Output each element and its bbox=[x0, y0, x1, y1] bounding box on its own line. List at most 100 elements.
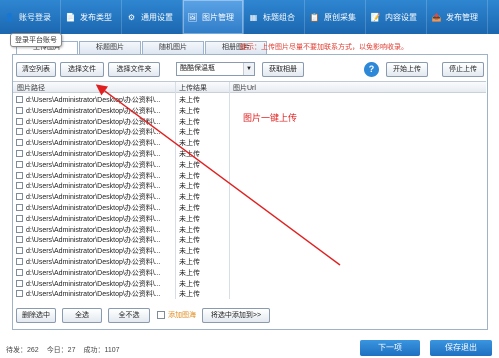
select-folder-button[interactable]: 选择文件夹 bbox=[108, 62, 160, 77]
upload-hint-text: 提示：上传图片尽量不要加联系方式，以免影响收录。 bbox=[240, 44, 408, 51]
row-checkbox[interactable] bbox=[16, 96, 23, 103]
today-count: 今日：27 bbox=[46, 347, 76, 354]
collect-icon: 📋 bbox=[309, 12, 320, 22]
row-path: d:\Users\Administrator\Desktop\办公资料\... bbox=[26, 215, 161, 223]
album-select[interactable]: 酷酷保温瓶 ▼ bbox=[176, 62, 255, 76]
row-result: 未上传 bbox=[179, 215, 200, 223]
nav-item-3[interactable]: 🖼 图片管理 bbox=[183, 0, 244, 34]
table-row[interactable]: d:\Users\Administrator\Desktop\办公资料\... 未… bbox=[13, 245, 486, 256]
nav-item-6[interactable]: 📝 内容设置 bbox=[366, 0, 427, 34]
row-path: d:\Users\Administrator\Desktop\办公资料\... bbox=[26, 97, 161, 104]
row-result: 未上传 bbox=[179, 237, 200, 245]
table-row[interactable]: d:\Users\Administrator\Desktop\办公资料\... 未… bbox=[13, 278, 486, 289]
row-checkbox[interactable] bbox=[16, 150, 23, 157]
row-checkbox[interactable] bbox=[16, 279, 23, 287]
nav-item-2[interactable]: ⚙ 通用设置 bbox=[122, 0, 183, 34]
row-result: 未上传 bbox=[179, 269, 200, 277]
row-checkbox[interactable] bbox=[16, 290, 23, 298]
pending-count: 待发：262 bbox=[6, 347, 39, 354]
help-icon[interactable]: ? bbox=[364, 62, 379, 77]
nav-item-7[interactable]: 📤 发布管理 bbox=[427, 0, 488, 34]
row-checkbox[interactable] bbox=[16, 247, 23, 255]
nav-item-4[interactable]: ▦ 标题组合 bbox=[244, 0, 305, 34]
table-row[interactable]: d:\Users\Administrator\Desktop\办公资料\... 未… bbox=[13, 159, 486, 170]
document-icon: 📄 bbox=[65, 12, 76, 22]
row-path: d:\Users\Administrator\Desktop\办公资料\... bbox=[26, 237, 161, 245]
row-path: d:\Users\Administrator\Desktop\办公资料\... bbox=[26, 226, 161, 234]
image-icon: 🖼 bbox=[187, 12, 198, 22]
table-row[interactable]: d:\Users\Administrator\Desktop\办公资料\... 未… bbox=[13, 170, 486, 181]
row-path: d:\Users\Administrator\Desktop\办公资料\... bbox=[26, 183, 161, 191]
row-result: 未上传 bbox=[179, 280, 200, 288]
row-path: d:\Users\Administrator\Desktop\办公资料\... bbox=[26, 259, 161, 266]
table-row[interactable]: d:\Users\Administrator\Desktop\办公资料\... 未… bbox=[13, 224, 486, 235]
content-icon: 📝 bbox=[370, 12, 381, 22]
row-result: 未上传 bbox=[179, 107, 200, 115]
row-checkbox[interactable] bbox=[16, 139, 23, 147]
row-result: 未上传 bbox=[179, 183, 200, 191]
table-row[interactable]: d:\Users\Administrator\Desktop\办公资料\... 未… bbox=[13, 137, 486, 148]
select-files-button[interactable]: 选择文件 bbox=[60, 62, 104, 77]
add-watermark-checkbox[interactable] bbox=[157, 311, 165, 319]
select-all-button[interactable]: 全选 bbox=[62, 308, 102, 323]
nav-item-label: 发布管理 bbox=[446, 12, 478, 22]
row-checkbox[interactable] bbox=[16, 171, 23, 179]
table-row[interactable]: d:\Users\Administrator\Desktop\办公资料\... 未… bbox=[13, 202, 486, 213]
select-none-button[interactable]: 全不选 bbox=[108, 308, 150, 323]
table-row[interactable]: d:\Users\Administrator\Desktop\办公资料\... 未… bbox=[13, 148, 486, 159]
row-checkbox[interactable] bbox=[16, 225, 23, 233]
gear-icon: ⚙ bbox=[127, 12, 136, 22]
row-result: 未上传 bbox=[179, 118, 200, 126]
row-path: d:\Users\Administrator\Desktop\办公资料\... bbox=[26, 118, 161, 126]
add-selected-to-button[interactable]: 将选中添加到>> bbox=[202, 308, 270, 323]
row-checkbox[interactable] bbox=[16, 204, 23, 211]
delete-selected-button[interactable]: 删除选中 bbox=[16, 308, 56, 323]
tab-title-image[interactable]: 标题图片 bbox=[79, 41, 141, 54]
row-checkbox[interactable] bbox=[16, 182, 23, 190]
row-checkbox[interactable] bbox=[16, 193, 23, 201]
next-button[interactable]: 下一项 bbox=[360, 340, 420, 356]
nav-item-label: 账号登录 bbox=[19, 12, 51, 22]
row-checkbox[interactable] bbox=[16, 258, 23, 265]
nav-item-label: 图片管理 bbox=[202, 12, 234, 22]
nav-item-label: 原创采集 bbox=[324, 12, 356, 22]
table-row[interactable]: d:\Users\Administrator\Desktop\办公资料\... 未… bbox=[13, 256, 486, 267]
tab-random-image[interactable]: 随机图片 bbox=[142, 41, 204, 54]
table-row[interactable]: d:\Users\Administrator\Desktop\办公资料\... 未… bbox=[13, 94, 486, 105]
publish-icon: 📤 bbox=[431, 12, 442, 22]
table-row[interactable]: d:\Users\Administrator\Desktop\办公资料\... 未… bbox=[13, 213, 486, 224]
nav-item-0[interactable]: 👤 账号登录 bbox=[0, 0, 61, 34]
row-checkbox[interactable] bbox=[16, 214, 23, 222]
table-row[interactable]: d:\Users\Administrator\Desktop\办公资料\... 未… bbox=[13, 191, 486, 202]
add-watermark-label: 添加图海 bbox=[168, 312, 196, 319]
table-row[interactable]: d:\Users\Administrator\Desktop\办公资料\... 未… bbox=[13, 288, 486, 299]
start-upload-button[interactable]: 开始上传 bbox=[386, 62, 428, 77]
row-path: d:\Users\Administrator\Desktop\办公资料\... bbox=[26, 269, 161, 277]
row-checkbox[interactable] bbox=[16, 160, 23, 168]
column-header-url: 图片Url bbox=[233, 85, 256, 92]
nav-item-5[interactable]: 📋 原创采集 bbox=[305, 0, 366, 34]
row-checkbox[interactable] bbox=[16, 106, 23, 114]
table-row[interactable]: d:\Users\Administrator\Desktop\办公资料\... 未… bbox=[13, 267, 486, 278]
nav-item-label: 发布类型 bbox=[80, 12, 112, 22]
table-row[interactable]: d:\Users\Administrator\Desktop\办公资料\... 未… bbox=[13, 180, 486, 191]
clear-list-button[interactable]: 清空列表 bbox=[16, 62, 56, 77]
get-album-button[interactable]: 获取相册 bbox=[262, 62, 304, 77]
row-checkbox[interactable] bbox=[16, 117, 23, 125]
row-checkbox[interactable] bbox=[16, 268, 23, 276]
row-path: d:\Users\Administrator\Desktop\办公资料\... bbox=[26, 140, 161, 148]
row-result: 未上传 bbox=[179, 248, 200, 256]
row-result: 未上传 bbox=[179, 161, 200, 169]
stop-upload-button[interactable]: 停止上传 bbox=[442, 62, 484, 77]
save-exit-button[interactable]: 保存退出 bbox=[430, 340, 492, 356]
album-select-value: 酷酷保温瓶 bbox=[180, 65, 215, 72]
nav-item-1[interactable]: 📄 发布类型 bbox=[61, 0, 122, 34]
table-row[interactable]: d:\Users\Administrator\Desktop\办公资料\... 未… bbox=[13, 234, 486, 245]
row-checkbox[interactable] bbox=[16, 128, 23, 136]
row-path: d:\Users\Administrator\Desktop\办公资料\... bbox=[26, 291, 161, 299]
nav-item-label: 通用设置 bbox=[141, 12, 173, 22]
tooltip: 登录平台账号 bbox=[10, 33, 62, 47]
row-path: d:\Users\Administrator\Desktop\办公资料\... bbox=[26, 280, 161, 288]
table-row[interactable]: d:\Users\Administrator\Desktop\办公资料\... 未… bbox=[13, 126, 486, 137]
row-checkbox[interactable] bbox=[16, 236, 23, 244]
